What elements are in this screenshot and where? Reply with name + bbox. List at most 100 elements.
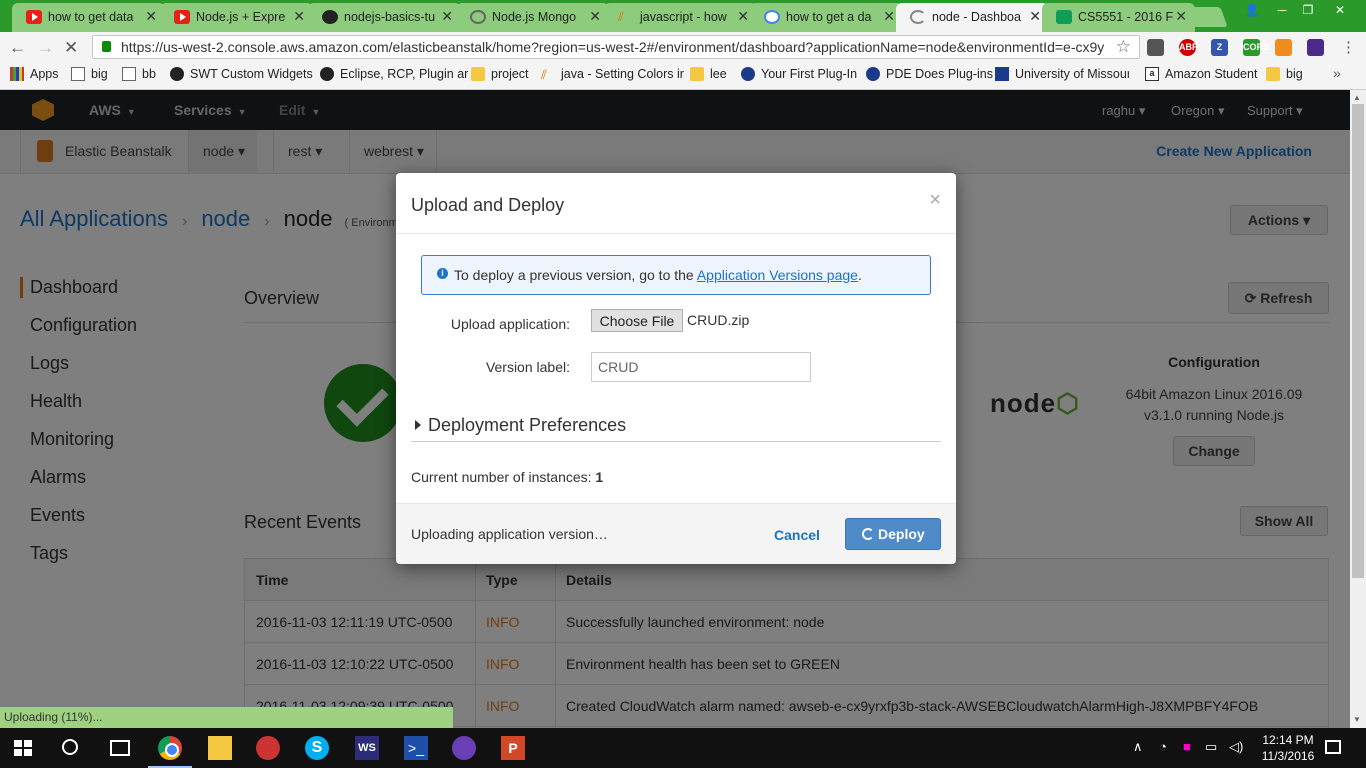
bookmark-item[interactable]: project — [471, 67, 529, 81]
bookmark-item[interactable]: Eclipse, RCP, Plugin ar — [320, 67, 468, 81]
bookmark-item[interactable]: PDE Does Plug-ins — [866, 67, 993, 81]
address-bar[interactable]: https://us-west-2.console.aws.amazon.com… — [92, 35, 1140, 59]
browser-tab[interactable]: nodejs-basics-tu ✕ — [308, 3, 461, 32]
volume-icon[interactable]: ◁) — [1229, 739, 1243, 755]
upload-status: Uploading application version… — [411, 526, 608, 542]
dialog-footer: Uploading application version… Cancel De… — [396, 503, 956, 564]
google-icon — [764, 10, 780, 24]
bookmark-star-icon[interactable]: ☆ — [1116, 37, 1131, 57]
taskbar-clock[interactable]: 12:14 PM 11/3/2016 — [1260, 732, 1316, 764]
pocket-icon[interactable] — [1147, 39, 1164, 56]
browser-tab[interactable]: how to get data ✕ — [12, 3, 165, 32]
notifications-icon[interactable] — [1325, 740, 1341, 754]
stop-loading-icon[interactable]: ✕ — [64, 38, 78, 58]
bookmark-item[interactable]: bb — [122, 67, 156, 81]
bookmark-item[interactable]: big — [71, 67, 108, 81]
powershell-icon[interactable]: >_ — [404, 736, 428, 760]
user-icon[interactable]: 👤 — [1240, 3, 1264, 17]
close-tab-icon[interactable]: ✕ — [1029, 8, 1041, 25]
back-icon[interactable]: ← — [9, 38, 26, 58]
menu-icon[interactable]: ⋮ — [1341, 38, 1356, 56]
webstorm-icon[interactable]: WS — [355, 736, 379, 760]
extension-icon[interactable] — [1307, 39, 1324, 56]
network-icon[interactable]: ▭ — [1205, 739, 1217, 755]
cancel-button[interactable]: Cancel — [774, 527, 820, 543]
spinner-icon — [862, 528, 874, 540]
bookmark-item[interactable]: ⫽ java - Setting Colors ir — [541, 67, 684, 82]
close-tab-icon[interactable]: ✕ — [441, 8, 453, 25]
upload-application-label: Upload application: — [450, 316, 570, 332]
scrollbar-thumb[interactable] — [1352, 104, 1364, 578]
scroll-up-icon[interactable]: ▲ — [1353, 93, 1361, 102]
close-tab-icon[interactable]: ✕ — [589, 8, 601, 25]
adblock-icon[interactable]: ABP — [1179, 39, 1198, 56]
deploy-button[interactable]: Deploy — [845, 518, 941, 550]
page-icon — [122, 67, 136, 81]
windows-start-icon[interactable] — [14, 740, 32, 756]
sheets-icon — [1056, 10, 1072, 24]
upload-deploy-dialog: Upload and Deploy × i To deploy a previo… — [396, 173, 956, 564]
paint-icon[interactable] — [256, 736, 280, 760]
info-alert: i To deploy a previous version, go to th… — [421, 255, 931, 295]
minimize-icon[interactable]: ─ — [1270, 3, 1294, 17]
version-label-input[interactable]: CRUD — [591, 352, 811, 382]
powerpoint-icon[interactable]: P — [501, 736, 525, 760]
github-desktop-icon[interactable] — [452, 736, 476, 760]
deployment-preferences-toggle[interactable]: Deployment Preferences — [415, 415, 626, 436]
window-close-icon[interactable]: ✕ — [1328, 3, 1352, 17]
cors-icon[interactable]: CORS — [1243, 39, 1269, 56]
choose-file-button[interactable]: Choose File — [591, 309, 683, 332]
browser-toolbar: ← → ✕ https://us-west-2.console.aws.amaz… — [0, 32, 1366, 62]
bookmark-item[interactable]: big — [1266, 67, 1303, 81]
close-tab-icon[interactable]: ✕ — [883, 8, 895, 25]
more-bookmarks-icon[interactable]: » — [1333, 65, 1341, 81]
application-versions-link[interactable]: Application Versions page — [697, 267, 858, 283]
chrome-icon[interactable] — [158, 736, 182, 760]
amazon-icon: a — [1145, 67, 1159, 81]
browser-tab[interactable]: how to get a da ✕ — [750, 3, 903, 32]
bookmark-item[interactable]: Apps — [10, 67, 59, 81]
task-view-icon[interactable] — [110, 740, 130, 756]
forward-icon[interactable]: → — [37, 38, 54, 58]
browser-tab[interactable]: Node.js + Expre ✕ — [160, 3, 313, 32]
search-icon[interactable] — [62, 739, 78, 755]
version-label-label: Version label: — [485, 359, 570, 375]
new-tab-button[interactable] — [1186, 7, 1228, 27]
loading-spinner-icon — [910, 10, 926, 24]
file-explorer-icon[interactable] — [208, 736, 232, 760]
browser-tab[interactable]: Node.js Mongo ✕ — [456, 3, 609, 32]
close-tab-icon[interactable]: ✕ — [145, 8, 157, 25]
close-tab-icon[interactable]: ✕ — [737, 8, 749, 25]
tray-chevron-icon[interactable]: ∧ — [1133, 739, 1143, 755]
close-tab-icon[interactable]: ✕ — [1175, 8, 1187, 25]
zotero-icon[interactable]: Z — [1211, 39, 1228, 56]
bookmark-item[interactable]: a Amazon Student — [1145, 67, 1257, 81]
youtube-icon — [174, 10, 190, 24]
bookmark-item[interactable]: SWT Custom Widgets — [170, 67, 313, 81]
page-icon — [71, 67, 85, 81]
skype-icon[interactable]: S — [305, 736, 329, 760]
stackoverflow-icon: ⫽ — [618, 9, 624, 24]
site-icon — [170, 67, 184, 81]
eclipse-icon — [741, 67, 755, 81]
stackoverflow-icon: ⫽ — [541, 67, 547, 82]
restore-icon[interactable]: ❐ — [1296, 3, 1320, 17]
browser-tab-active[interactable]: node - Dashboa ✕ — [896, 3, 1049, 32]
dialog-title: Upload and Deploy — [411, 195, 565, 215]
tray-app-icon[interactable]: ■ — [1183, 739, 1191, 754]
bookmark-item[interactable]: lee — [690, 67, 727, 81]
bookmark-item[interactable]: Your First Plug-In — [741, 67, 857, 81]
close-icon[interactable]: × — [929, 189, 941, 212]
scroll-down-icon[interactable]: ▼ — [1353, 715, 1361, 724]
wifi-icon[interactable]: ◔ — [1159, 739, 1167, 754]
folder-icon — [1266, 67, 1280, 81]
close-tab-icon[interactable]: ✕ — [293, 8, 305, 25]
extension-icon[interactable] — [1275, 39, 1292, 56]
folder-icon — [471, 67, 485, 81]
bookmark-item[interactable]: University of Missouri — [995, 67, 1129, 81]
browser-tab[interactable]: ⫽ javascript - how ✕ — [604, 3, 757, 32]
browser-tab[interactable]: CS5551 - 2016 F ✕ — [1042, 3, 1195, 32]
site-icon — [320, 67, 334, 81]
divider — [396, 233, 956, 234]
university-icon — [995, 67, 1009, 81]
